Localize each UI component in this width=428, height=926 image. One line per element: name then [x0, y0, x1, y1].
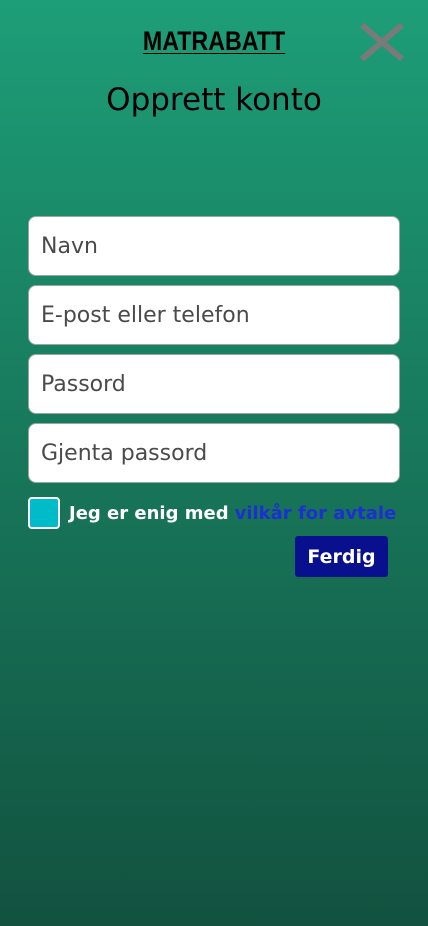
- name-input[interactable]: [28, 216, 400, 276]
- agree-label: Jeg er enig med: [69, 502, 229, 524]
- email-or-phone-input[interactable]: [28, 285, 400, 345]
- repeat-password-input[interactable]: [28, 423, 400, 483]
- close-icon: [360, 22, 404, 62]
- terms-checkbox[interactable]: [28, 497, 60, 529]
- app-logo: MATRABATT: [142, 26, 286, 56]
- password-input[interactable]: [28, 354, 400, 414]
- submit-button[interactable]: Ferdig: [295, 536, 388, 577]
- terms-link[interactable]: vilkår for avtale: [235, 503, 397, 524]
- terms-agreement-row: Jeg er enig med vilkår for avtale: [28, 494, 396, 532]
- page-title: Opprett konto: [106, 82, 322, 118]
- close-button[interactable]: [358, 22, 406, 62]
